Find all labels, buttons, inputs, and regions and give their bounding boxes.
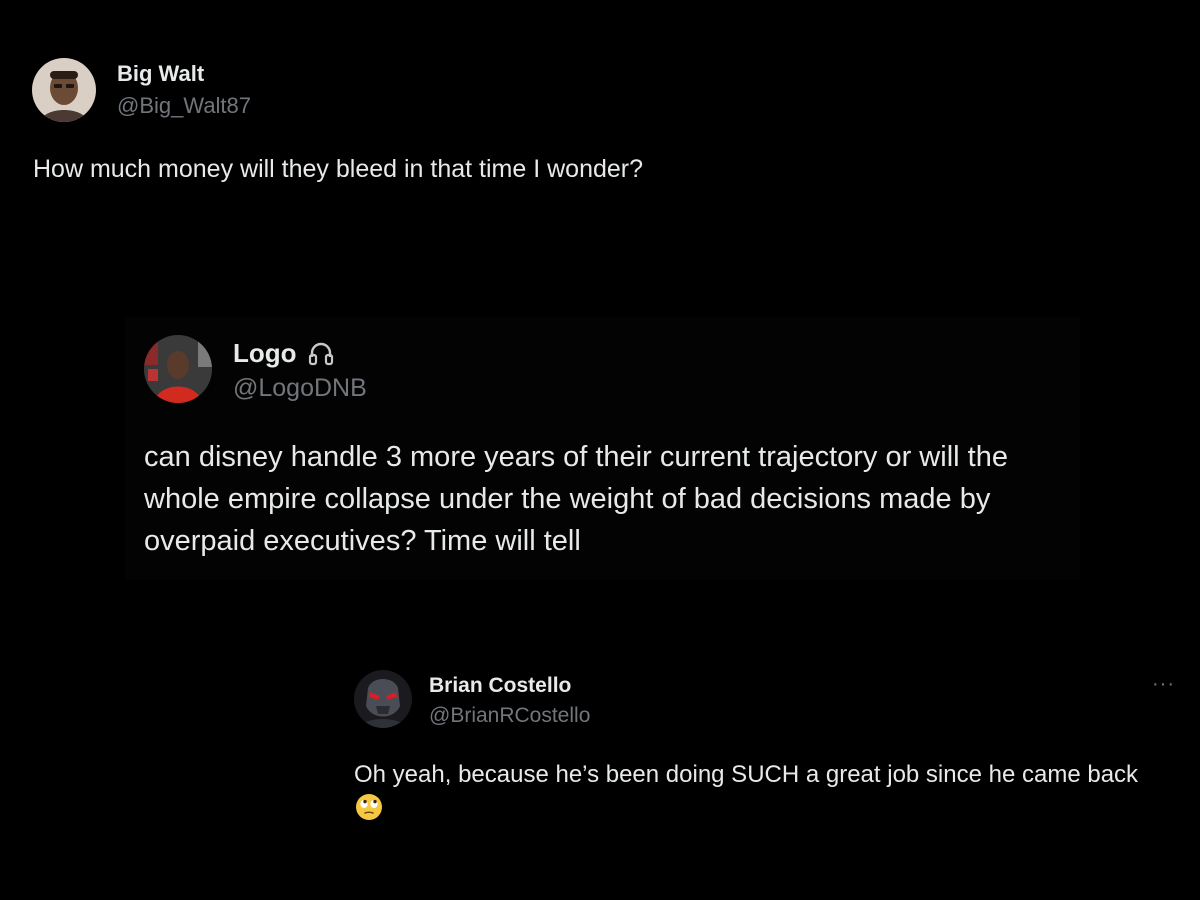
tweet-text: How much money will they bleed in that t… (33, 155, 644, 183)
avatar[interactable] (32, 58, 96, 122)
face-with-rolling-eyes-emoji-icon (354, 792, 384, 822)
display-name[interactable]: Logo (233, 338, 297, 369)
tweet-text: can disney handle 3 more years of their … (144, 441, 1008, 557)
avatar[interactable] (354, 670, 412, 728)
user-photo-avatar-icon (144, 335, 212, 403)
tweet-big-walt[interactable]: Big Walt @Big_Walt87 How much money will… (0, 0, 1200, 230)
display-name[interactable]: Big Walt (117, 61, 204, 87)
headphones-icon (307, 340, 335, 368)
name-row: Logo (233, 338, 335, 369)
user-handle[interactable]: @Big_Walt87 (117, 93, 251, 119)
tweet-logo[interactable]: Logo @LogoDNB can disney handle 3 more y… (125, 318, 1080, 580)
user-handle[interactable]: @BrianRCostello (429, 704, 590, 728)
tweet-brian-costello[interactable]: Brian Costello @BrianRCostello ··· Oh ye… (340, 655, 1200, 855)
user-handle[interactable]: @LogoDNB (233, 374, 367, 403)
user-photo-avatar-icon (32, 58, 96, 122)
masked-character-avatar-icon (354, 670, 412, 728)
more-options-button[interactable]: ··· (1152, 673, 1175, 696)
display-name[interactable]: Brian Costello (429, 674, 571, 698)
tweet-text: Oh yeah, because he’s been doing SUCH a … (354, 761, 1139, 788)
avatar[interactable] (144, 335, 212, 403)
tweet-text-container: Oh yeah, because he’s been doing SUCH a … (354, 758, 1194, 826)
